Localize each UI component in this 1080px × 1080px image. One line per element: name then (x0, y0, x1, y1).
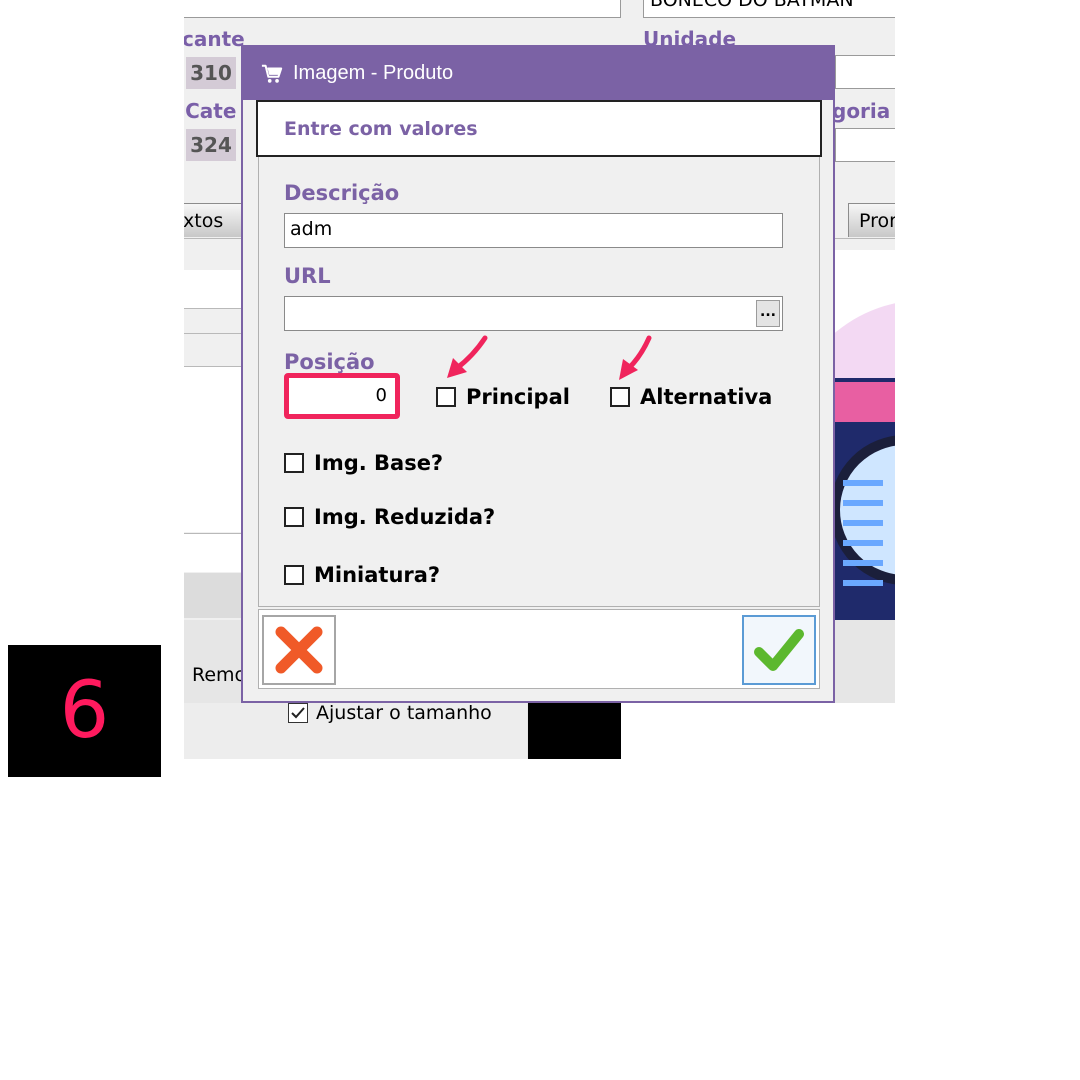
posicao-label: Posição (284, 350, 375, 374)
checkbox-box (284, 507, 304, 527)
miniatura-label: Miniatura? (314, 563, 441, 587)
checkbox-box (436, 387, 456, 407)
principal-label: Principal (466, 385, 570, 409)
posicao-input[interactable]: 0 (284, 373, 400, 419)
bg-list-area (184, 366, 241, 532)
tab-textos[interactable]: xtos (184, 203, 244, 237)
green-check-icon (754, 629, 804, 671)
dialog-footer (258, 609, 820, 689)
shopping-cart-icon (261, 64, 283, 83)
bg-scrollbar[interactable] (184, 573, 241, 618)
tab-textos-label: xtos (184, 210, 224, 232)
ajustar-tamanho-checkbox[interactable]: Ajustar o tamanho (288, 702, 492, 724)
bg-categoria-code[interactable]: 324 (186, 129, 236, 161)
checkbox-box (610, 387, 630, 407)
bg-remove-button[interactable]: Remo (192, 664, 246, 686)
url-label: URL (284, 264, 331, 288)
bg-categoria-field[interactable] (835, 128, 895, 162)
dialog-header: Entre com valores (256, 100, 822, 157)
tab-produtos-label: Pror (859, 210, 895, 232)
bg-fabricante-code[interactable]: 310 (186, 57, 236, 89)
tab-produtos[interactable]: Pror (848, 203, 895, 237)
dialog-title: Imagem - Produto (293, 62, 454, 84)
bg-black-swatch (528, 703, 621, 759)
bg-categoria-label-left: ' Cate (184, 99, 237, 123)
img-base-label: Img. Base? (314, 451, 444, 475)
checkbox-box (284, 565, 304, 585)
bg-white-area (621, 703, 895, 759)
alternativa-label: Alternativa (640, 385, 773, 409)
bg-product-name-field[interactable]: BONECO DO BATMAN (643, 0, 895, 18)
ajustar-tamanho-label: Ajustar o tamanho (316, 702, 492, 724)
principal-checkbox[interactable]: Principal (436, 385, 570, 409)
posicao-value: 0 (375, 385, 387, 406)
red-x-icon (275, 626, 323, 674)
descricao-input[interactable]: adm (284, 213, 783, 248)
cancel-button[interactable] (262, 615, 336, 685)
ok-button[interactable] (742, 615, 816, 685)
bg-unidade-field[interactable] (835, 55, 895, 89)
checkmark-icon (288, 703, 308, 723)
bg-divider (184, 333, 241, 334)
imagem-produto-dialog: Imagem - Produto Entre com valores Descr… (241, 45, 835, 703)
dialog-titlebar[interactable]: Imagem - Produto (243, 47, 833, 100)
bg-image-preview (785, 250, 895, 698)
checkbox-box (284, 453, 304, 473)
descricao-label: Descrição (284, 181, 400, 205)
annotation-arrow-icon (619, 335, 652, 380)
url-input[interactable]: ... (284, 296, 783, 331)
bg-name-field[interactable] (184, 0, 621, 18)
annotation-arrow-icon (447, 335, 488, 378)
bg-categoria-label-right: goria (832, 99, 891, 123)
bg-fabricante-label: cante (184, 27, 245, 51)
miniatura-checkbox[interactable]: Miniatura? (284, 563, 440, 587)
alternativa-checkbox[interactable]: Alternativa (610, 385, 772, 409)
img-base-checkbox[interactable]: Img. Base? (284, 451, 443, 475)
bg-list-row (184, 533, 241, 572)
dialog-header-text: Entre com valores (284, 117, 478, 140)
img-reduzida-label: Img. Reduzida? (314, 505, 496, 529)
url-browse-button[interactable]: ... (756, 300, 780, 327)
img-reduzida-checkbox[interactable]: Img. Reduzida? (284, 505, 495, 529)
step-number-badge: 6 (8, 645, 161, 777)
bg-list-row (184, 270, 241, 308)
bg-divider (184, 308, 241, 309)
bg-product-name-value: BONECO DO BATMAN (650, 0, 854, 11)
